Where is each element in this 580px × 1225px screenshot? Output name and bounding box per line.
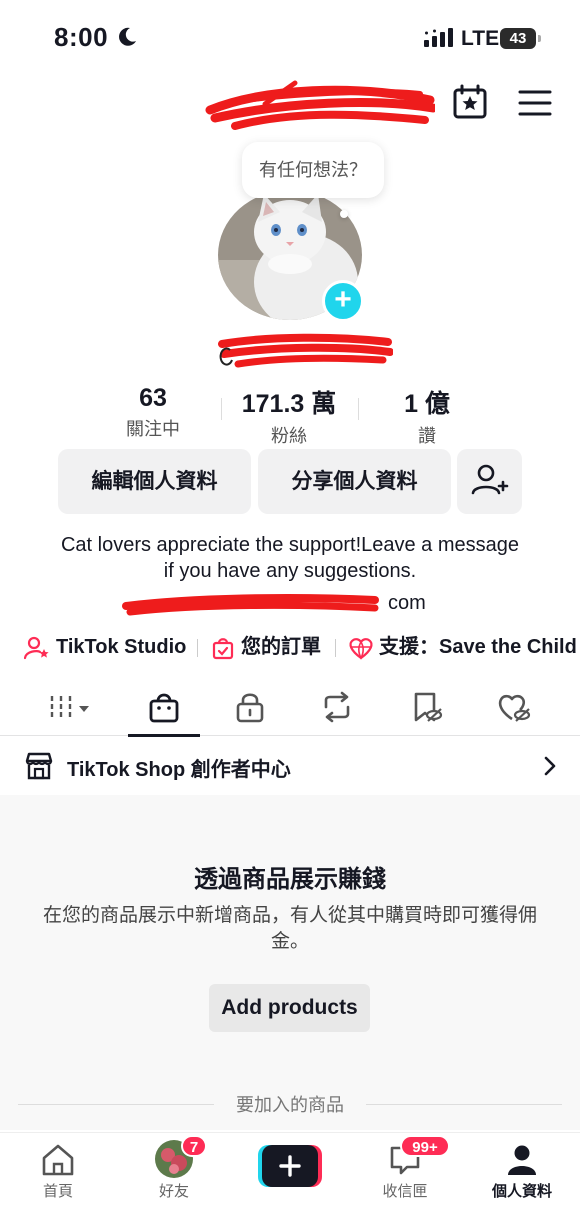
tiktok-studio-link[interactable]: TikTok Studio [24,630,194,664]
share-profile-button[interactable]: 分享個人資料 [258,449,451,514]
stat-divider [358,398,359,420]
content-tabs [0,680,580,737]
likes-count: 1 億 [404,390,450,418]
shop-row-label: TikTok Shop 創作者中心 [67,759,291,781]
orders-label: 您的訂單 [241,636,321,658]
add-products-button[interactable]: Add products [209,984,370,1032]
following-label: 關注中 [126,419,180,439]
support-label: 支援：Save the Child [379,636,577,658]
add-friend-icon [471,464,509,495]
status-bar: 8:00 LTE 43 [0,0,580,70]
profile-stats: 63 關注中 171.3 萬 粉絲 1 億 讚 [0,384,580,446]
menu-icon[interactable] [518,88,552,118]
nav-profile-label: 個人資料 [491,1183,552,1200]
handle-redacted [218,333,393,368]
email-suffix: com [388,592,426,614]
studio-label: TikTok Studio [56,636,187,658]
thought-bubble-tail [340,210,348,218]
orders-link[interactable]: 您的訂單 [212,630,332,664]
shopping-bag-icon [149,693,179,723]
shopping-bag-check-icon [212,638,234,660]
nav-profile[interactable]: 個人資料 [477,1133,567,1225]
heart-hidden-icon [498,694,531,722]
profile-icon [508,1145,536,1175]
inbox-badge: 99+ [400,1135,450,1157]
calendar-star-icon[interactable] [452,84,488,120]
tiktok-shop-creator-center[interactable]: TikTok Shop 創作者中心 [0,737,580,795]
network-type: LTE [461,27,500,50]
thought-bubble[interactable]: 有任何想法？ [242,142,384,198]
grid-filter-icon [50,696,89,720]
profile-email[interactable]: com [120,590,460,618]
home-icon [42,1144,74,1176]
likes-label: 讚 [418,426,436,446]
stat-likes[interactable]: 1 億 讚 [378,384,476,448]
add-friend-button[interactable] [457,449,522,514]
repost-icon [324,691,350,723]
nav-home-label: 首頁 [42,1183,73,1200]
lock-icon [236,693,264,723]
showcase-panel: 透過商品展示賺錢 在您的商品展示中新增商品，有人從其中購買時即可獲得佣金。 Ad… [0,795,580,1130]
tab-shop[interactable] [128,680,200,737]
nav-inbox-label: 收信匣 [382,1183,428,1200]
stat-followers[interactable]: 171.3 萬 粉絲 [228,384,350,448]
battery-level: 43 [500,28,536,49]
support-link[interactable]: 支援：Save the Child [348,630,580,664]
add-avatar-button[interactable]: + [322,280,364,322]
stat-divider [221,398,222,420]
divider-line-right [366,1104,562,1105]
following-count: 63 [139,384,167,412]
tab-videos[interactable] [28,680,100,736]
tab-reposts[interactable] [302,680,374,736]
studio-person-star-icon [24,636,49,660]
link-separator [197,639,198,657]
email-redacted [122,594,379,616]
heart-globe-icon [349,638,373,660]
bookmark-hidden-icon [414,692,443,722]
nav-home[interactable]: 首頁 [13,1133,103,1225]
signal-icon [424,28,453,47]
create-button[interactable] [258,1145,322,1187]
edit-profile-button[interactable]: 編輯個人資料 [58,449,251,514]
followers-count: 171.3 萬 [241,390,337,418]
tab-private[interactable] [214,680,286,736]
followers-label: 粉絲 [271,426,307,446]
stat-following[interactable]: 63 關注中 [104,384,202,441]
status-time: 8:00 [54,22,109,52]
battery-icon: 43 [500,28,542,49]
showcase-title: 透過商品展示賺錢 [194,866,386,893]
nav-friends-label: 好友 [158,1183,189,1200]
storefront-icon [25,752,53,780]
chevron-right-icon [544,756,556,776]
profile-bio: Cat lovers appreciate the support!Leave … [60,534,520,582]
friends-badge: 7 [181,1135,207,1157]
showcase-description: 在您的商品展示中新增商品，有人從其中購買時即可獲得佣金。 [42,905,537,952]
tab-liked[interactable] [478,680,550,736]
moon-icon [119,27,136,46]
tab-saved[interactable] [392,680,464,736]
bottom-nav: 首頁 7 好友 99+ 收信匣 個人資料 [0,1132,580,1225]
profile-links: TikTok Studio 您的訂單 支援：Save the Child [0,630,580,664]
nav-friends[interactable]: 7 好友 [129,1133,219,1225]
nav-inbox[interactable]: 99+ 收信匣 [360,1133,450,1225]
link-separator [335,639,336,657]
username-redacted [205,80,435,130]
